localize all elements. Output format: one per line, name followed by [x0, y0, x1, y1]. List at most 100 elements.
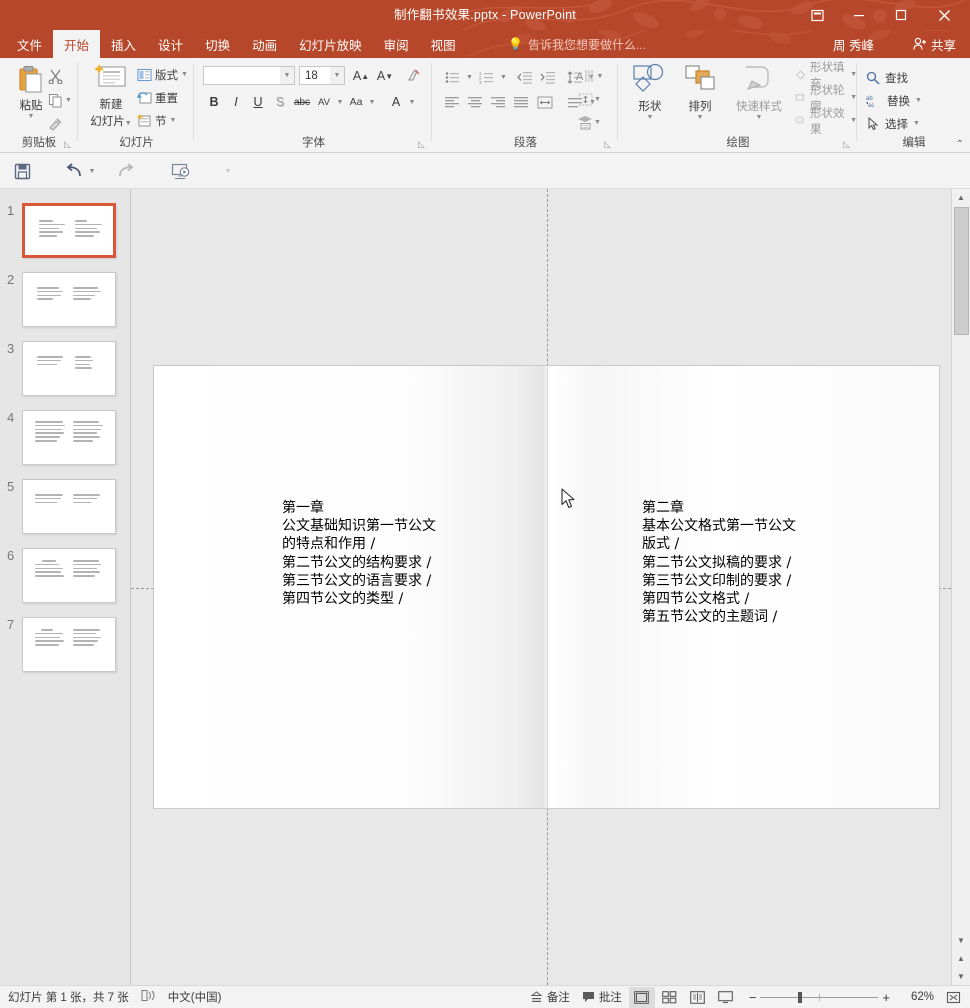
- previous-slide-icon[interactable]: ▲: [952, 950, 970, 967]
- thumbnail-slide-2[interactable]: 2: [0, 272, 130, 341]
- italic-button[interactable]: I: [225, 91, 247, 113]
- scrollbar-thumb[interactable]: [954, 207, 969, 335]
- undo-button[interactable]: [62, 160, 86, 182]
- share-button[interactable]: 共享: [905, 32, 964, 56]
- reading-view-button[interactable]: [685, 987, 711, 1008]
- language-indicator[interactable]: 中文(中国): [168, 989, 222, 1005]
- convert-to-smartart-button[interactable]: ▼: [573, 111, 605, 134]
- tab-animations[interactable]: 动画: [241, 30, 288, 58]
- zoom-percent[interactable]: 62%: [900, 991, 934, 1003]
- format-painter-button[interactable]: [46, 112, 76, 136]
- numbering-dropdown-icon[interactable]: ▼: [498, 66, 509, 88]
- shape-effects-button[interactable]: 形状效果 ▼: [795, 108, 857, 136]
- replace-button[interactable]: ab ac 替换 ▼: [858, 89, 970, 112]
- new-slide-dropdown-icon[interactable]: ▼: [125, 120, 132, 127]
- thumbnail-slide-7[interactable]: 7: [0, 617, 130, 686]
- chevron-up-icon[interactable]: ⌃: [956, 139, 964, 150]
- notes-button[interactable]: 备注: [525, 987, 575, 1008]
- select-dropdown-icon[interactable]: ▼: [913, 120, 920, 127]
- maximize-button[interactable]: [880, 0, 922, 30]
- slide-counter[interactable]: 幻灯片 第 1 张，共 7 张: [8, 989, 129, 1005]
- align-left-button[interactable]: [441, 91, 464, 113]
- increase-font-size-button[interactable]: A ▲: [350, 66, 372, 86]
- thumbnail-slide-5[interactable]: 5: [0, 479, 130, 548]
- thumbnail-slide-1[interactable]: 1: [0, 203, 130, 272]
- justify-button[interactable]: [510, 91, 533, 113]
- find-button[interactable]: 查找: [858, 66, 970, 89]
- slide-thumbnail-panel[interactable]: 1 2 3 4 5 6 7: [0, 189, 131, 985]
- arrange-dropdown-icon[interactable]: ▼: [677, 114, 723, 121]
- slide-sorter-view-button[interactable]: [657, 987, 683, 1008]
- redo-button[interactable]: [114, 160, 138, 182]
- cut-button[interactable]: [46, 64, 76, 88]
- strikethrough-button[interactable]: abc: [291, 91, 313, 113]
- font-size-combobox[interactable]: 18 ▼: [299, 66, 345, 85]
- copy-dropdown-icon[interactable]: ▼: [65, 97, 72, 104]
- tab-design[interactable]: 设计: [147, 30, 194, 58]
- thumbnail-slide-6[interactable]: 6: [0, 548, 130, 617]
- zoom-knob[interactable]: [798, 991, 803, 1003]
- tab-slideshow[interactable]: 幻灯片放映: [288, 30, 373, 58]
- font-color-button[interactable]: A: [385, 91, 407, 113]
- slideshow-view-button[interactable]: [713, 987, 739, 1008]
- decrease-font-size-button[interactable]: A ▼: [374, 66, 396, 86]
- underline-button[interactable]: U: [247, 91, 269, 113]
- quick-styles-dropdown-icon[interactable]: ▼: [727, 114, 791, 121]
- zoom-out-button[interactable]: −: [745, 990, 761, 1005]
- copy-button[interactable]: ▼: [46, 88, 76, 112]
- slide-edit-area[interactable]: 第一章 公文基础知识第一节公文 的特点和作用 / 第二节公文的结构要求 / 第三…: [131, 189, 951, 985]
- layout-dropdown-icon[interactable]: ▼: [181, 71, 188, 78]
- numbering-button[interactable]: 123: [475, 66, 498, 88]
- character-spacing-dropdown-icon[interactable]: ▼: [335, 91, 345, 113]
- font-size-dropdown-icon[interactable]: ▼: [330, 67, 344, 84]
- section-dropdown-icon[interactable]: ▼: [170, 117, 177, 124]
- slide-canvas[interactable]: 第一章 公文基础知识第一节公文 的特点和作用 / 第二节公文的结构要求 / 第三…: [153, 365, 940, 809]
- text-shadow-button[interactable]: S: [269, 91, 291, 113]
- align-text-button[interactable]: ▼: [573, 88, 605, 111]
- arrange-button[interactable]: 排列 ▼: [677, 63, 723, 121]
- accessibility-check-icon[interactable]: [141, 989, 156, 1005]
- font-color-dropdown-icon[interactable]: ▼: [407, 91, 417, 113]
- section-button[interactable]: 节 ▼: [137, 109, 193, 132]
- decrease-indent-button[interactable]: [513, 66, 536, 88]
- drawing-dialog-launcher[interactable]: ◺: [843, 139, 853, 149]
- scroll-down-arrow-icon[interactable]: ▼: [952, 932, 970, 949]
- right-page-text[interactable]: 第二章 基本公文格式第一节公文 版式 / 第二节公文拟稿的要求 / 第三节公文印…: [642, 499, 796, 626]
- account-name[interactable]: 周 秀峰: [833, 30, 874, 58]
- close-button[interactable]: [922, 0, 966, 30]
- text-direction-rotate-button[interactable]: A ▼: [573, 64, 605, 88]
- font-dialog-launcher[interactable]: ◺: [418, 139, 428, 149]
- tell-me-search[interactable]: 💡 告诉我您想要做什么...: [508, 30, 646, 58]
- zoom-in-button[interactable]: +: [878, 990, 894, 1005]
- quick-styles-button[interactable]: 快速样式 ▼: [727, 63, 791, 121]
- vertical-scrollbar[interactable]: ▲ ▼ ▲ ▼: [951, 189, 970, 985]
- change-case-button[interactable]: Aa: [345, 91, 367, 113]
- layout-button[interactable]: 版式 ▼: [137, 63, 193, 86]
- align-right-button[interactable]: [487, 91, 510, 113]
- tab-transitions[interactable]: 切换: [194, 30, 241, 58]
- tab-home[interactable]: 开始: [53, 30, 101, 58]
- left-page-text[interactable]: 第一章 公文基础知识第一节公文 的特点和作用 / 第二节公文的结构要求 / 第三…: [282, 499, 436, 608]
- bullets-button[interactable]: [441, 66, 464, 88]
- font-name-combobox[interactable]: ▼: [203, 66, 295, 85]
- replace-dropdown-icon[interactable]: ▼: [915, 97, 922, 104]
- shapes-dropdown-icon[interactable]: ▼: [627, 114, 673, 121]
- comments-button[interactable]: 批注: [577, 987, 627, 1008]
- normal-view-button[interactable]: [628, 986, 655, 1008]
- start-slideshow-button[interactable]: [168, 160, 192, 182]
- change-case-dropdown-icon[interactable]: ▼: [367, 91, 377, 113]
- ribbon-display-options-icon[interactable]: [796, 0, 838, 30]
- font-name-dropdown-icon[interactable]: ▼: [280, 67, 294, 84]
- tab-view[interactable]: 视图: [420, 30, 467, 58]
- zoom-slider[interactable]: − +: [745, 990, 894, 1005]
- customize-qat-button[interactable]: ▼: [222, 160, 234, 182]
- clear-formatting-button[interactable]: [402, 66, 424, 86]
- save-button[interactable]: [10, 160, 34, 182]
- undo-dropdown-button[interactable]: ▼: [86, 160, 98, 182]
- fit-to-window-button[interactable]: [940, 987, 966, 1008]
- thumbnail-slide-3[interactable]: 3: [0, 341, 130, 410]
- next-slide-icon[interactable]: ▼: [952, 968, 970, 985]
- reset-button[interactable]: 重置: [137, 86, 193, 109]
- character-spacing-button[interactable]: AV: [313, 91, 335, 113]
- bullets-dropdown-icon[interactable]: ▼: [464, 66, 475, 88]
